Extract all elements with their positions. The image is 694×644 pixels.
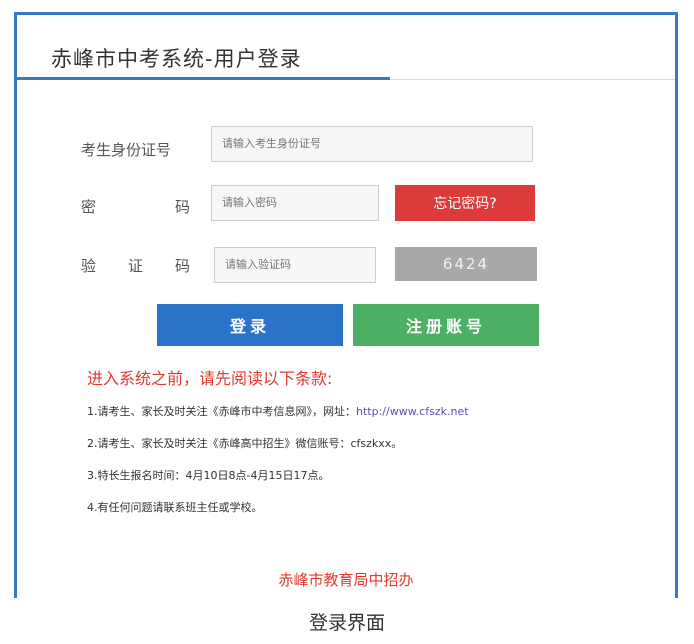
password-label-char2: 码 (175, 198, 191, 216)
panel-header: 赤峰市中考系统-用户登录 (17, 15, 675, 80)
password-label-char1: 密 (81, 198, 97, 216)
captcha-label-char2: 证 (128, 257, 144, 275)
password-input[interactable] (211, 185, 379, 221)
notice-line-1-text: 1.请考生、家长及时关注《赤峰市中考信息网》，网址： (87, 405, 356, 418)
footer-organization: 赤峰市教育局中招办 (278, 571, 414, 589)
login-panel: 赤峰市中考系统-用户登录 考生身份证号 密 码 忘记密码? 验 证 码 6424… (14, 12, 678, 598)
forgot-password-button[interactable]: 忘记密码? (395, 185, 535, 221)
notice-line-2: 2.请考生、家长及时关注《赤峰高中招生》微信账号：cfszkxx。 (87, 437, 403, 450)
notice-line-1: 1.请考生、家长及时关注《赤峰市中考信息网》，网址：http://www.cfs… (87, 403, 469, 419)
id-number-input[interactable] (211, 126, 533, 162)
notice-title: 进入系统之前，请先阅读以下条款: (87, 369, 333, 388)
id-label: 考生身份证号 (81, 141, 172, 159)
website-link[interactable]: http://www.cfszk.net (356, 405, 469, 418)
login-button[interactable]: 登录 (157, 304, 343, 346)
captcha-image[interactable]: 6424 (395, 247, 537, 281)
captcha-label-char1: 验 (81, 257, 97, 275)
figure-caption: 登录界面 (308, 612, 385, 634)
captcha-label-char3: 码 (175, 257, 191, 275)
page-title: 赤峰市中考系统-用户登录 (51, 47, 302, 71)
register-button[interactable]: 注册账号 (353, 304, 539, 346)
captcha-input[interactable] (214, 247, 376, 283)
notice-line-4: 4.有任何问题请联系班主任或学校。 (87, 501, 263, 514)
title-underline (17, 77, 390, 80)
notice-line-3: 3.特长生报名时间：4月10日8点-4月15日17点。 (87, 469, 330, 482)
